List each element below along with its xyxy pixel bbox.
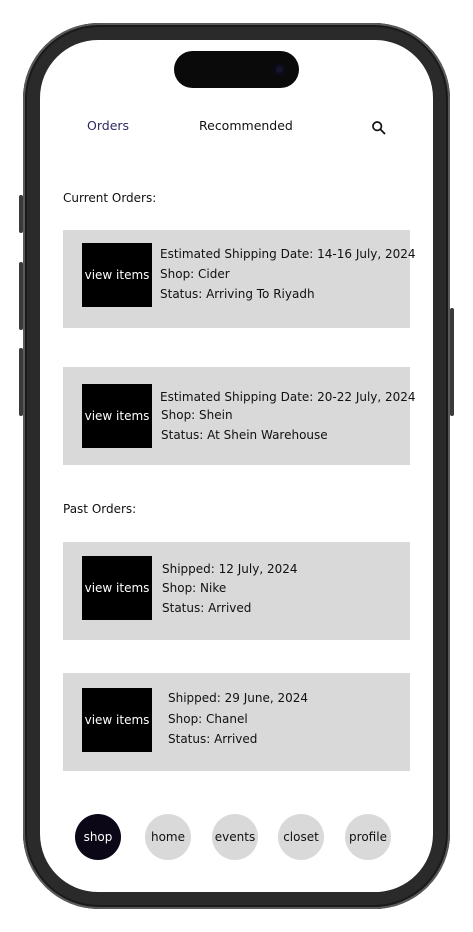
nav-home-button[interactable]: home <box>145 814 191 860</box>
nav-closet-button[interactable]: closet <box>278 814 324 860</box>
order-shop: Shop: Shein <box>161 408 233 422</box>
side-button-volume-up <box>19 262 23 330</box>
nav-profile-button[interactable]: profile <box>345 814 391 860</box>
side-button-power <box>450 308 454 416</box>
order-shipping-date: Shipped: 12 July, 2024 <box>162 562 298 576</box>
order-card-shein: view items Estimated Shipping Date: 20-2… <box>63 367 416 465</box>
order-shop: Shop: Cider <box>160 267 230 281</box>
order-card-nike: view items Shipped: 12 July, 2024 Shop: … <box>63 542 410 640</box>
past-orders-heading: Past Orders: <box>63 502 137 516</box>
screen: Orders Recommended Current Orders: view … <box>40 40 433 892</box>
order-shipping-date: Shipped: 29 June, 2024 <box>168 691 309 705</box>
order-card-chanel: view items Shipped: 29 June, 2024 Shop: … <box>63 673 410 771</box>
tab-orders[interactable]: Orders <box>87 118 129 133</box>
nav-shop-button[interactable]: shop <box>75 814 121 860</box>
camera-icon <box>273 63 286 76</box>
order-shop: Shop: Nike <box>162 581 227 595</box>
view-items-button[interactable]: view items <box>82 243 152 307</box>
dynamic-island <box>174 51 299 88</box>
side-button-action <box>19 195 23 233</box>
order-shipping-date: Estimated Shipping Date: 14-16 July, 202… <box>160 247 416 261</box>
order-status: Status: Arriving To Riyadh <box>160 287 315 301</box>
order-shop: Shop: Chanel <box>168 712 248 726</box>
view-items-button[interactable]: view items <box>82 384 152 448</box>
order-status: Status: Arrived <box>168 732 258 746</box>
view-items-button[interactable]: view items <box>82 556 152 620</box>
tab-recommended[interactable]: Recommended <box>199 118 293 133</box>
current-orders-heading: Current Orders: <box>63 191 157 205</box>
order-shipping-date: Estimated Shipping Date: 20-22 July, 202… <box>160 390 416 404</box>
search-icon[interactable] <box>371 120 387 136</box>
order-status: Status: At Shein Warehouse <box>161 428 328 442</box>
order-status: Status: Arrived <box>162 601 252 615</box>
view-items-button[interactable]: view items <box>82 688 152 752</box>
order-card-cider: view items Estimated Shipping Date: 14-1… <box>63 230 416 328</box>
nav-events-button[interactable]: events <box>212 814 258 860</box>
side-button-volume-down <box>19 348 23 416</box>
